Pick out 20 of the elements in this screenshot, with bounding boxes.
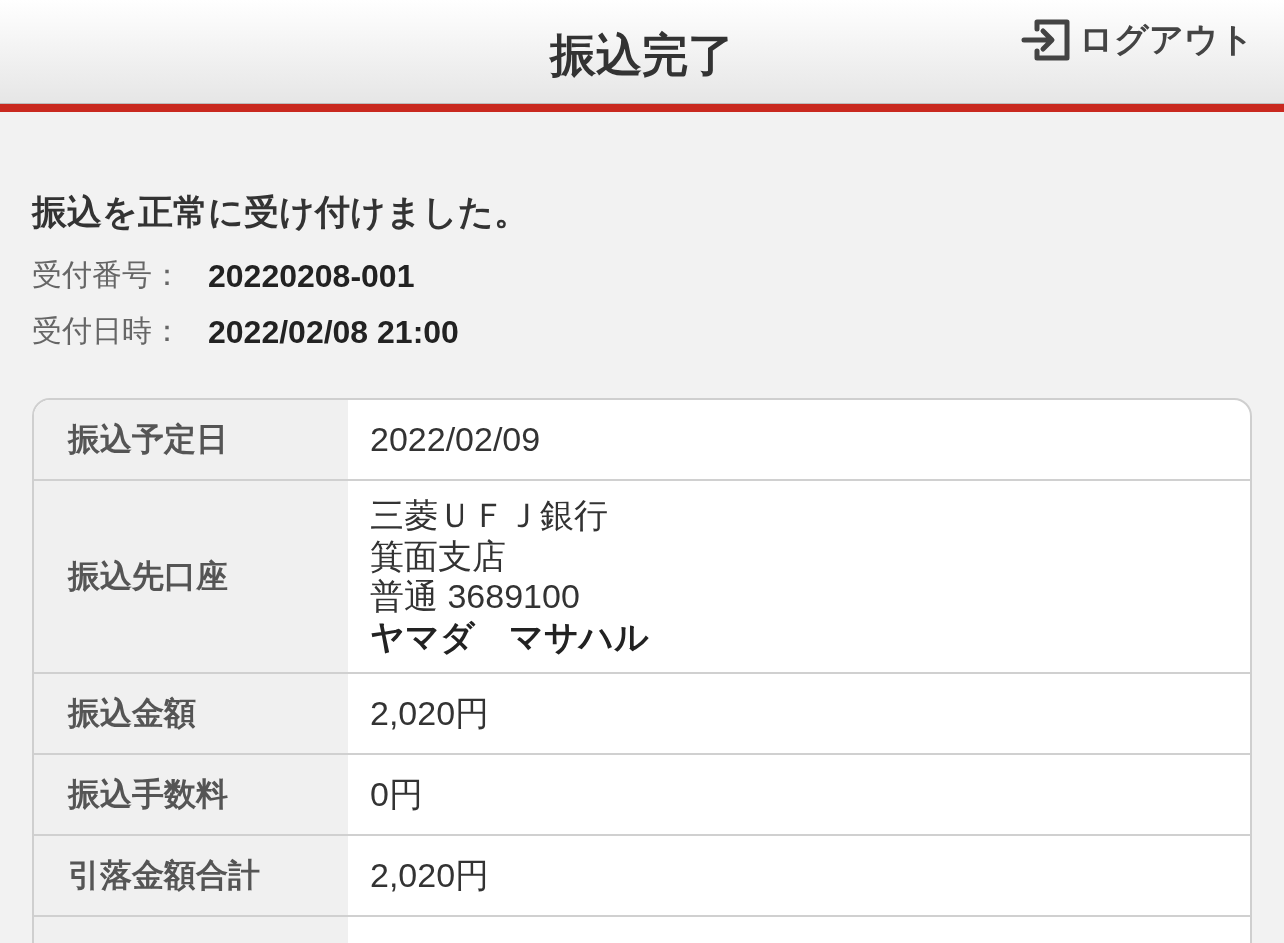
row-label: 引落金額合計 bbox=[34, 835, 348, 915]
page-title: 振込完了 bbox=[550, 28, 734, 83]
value-line: 2,020円 bbox=[370, 855, 490, 896]
logout-button[interactable]: ログアウト bbox=[1021, 14, 1254, 65]
receipt-label: 受付日時： bbox=[32, 315, 183, 348]
value-line: 2022/02/09 bbox=[370, 418, 541, 460]
row-label: 振込金額 bbox=[34, 673, 348, 753]
value-line: 箕面支店 bbox=[370, 535, 506, 577]
value-line: 三菱ＵＦＪ銀行 bbox=[370, 494, 608, 536]
row-label: 振込予定日 bbox=[34, 399, 348, 479]
value-line: 普通 3689100 bbox=[370, 576, 580, 618]
receipt-label: 受付番号： bbox=[32, 259, 183, 292]
row-label: 振込先口座 bbox=[34, 480, 348, 672]
row-label: 振込手数料 bbox=[34, 754, 348, 834]
value-line: 0円 bbox=[370, 774, 423, 815]
receipt-value: 20220208-001 bbox=[208, 259, 415, 292]
value-line: ヤマダ マサハル bbox=[370, 617, 649, 658]
receipt-value: 2022/02/08 21:00 bbox=[208, 315, 459, 348]
value-line: 2,020円 bbox=[370, 693, 490, 734]
success-message: 振込を正常に受け付けました。 bbox=[32, 191, 530, 233]
